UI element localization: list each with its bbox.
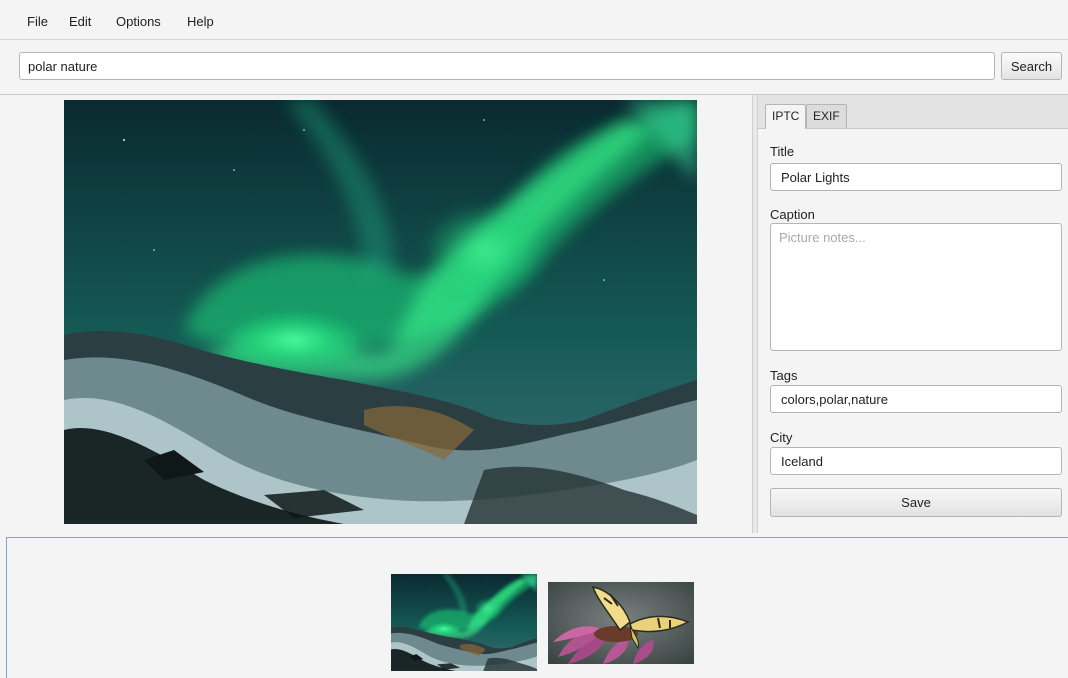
tags-label: Tags xyxy=(770,368,798,383)
aurora-image xyxy=(64,100,697,524)
title-field[interactable] xyxy=(770,163,1062,191)
aurora-thumbnail[interactable] xyxy=(391,574,537,671)
metadata-panel: IPTC EXIF Title Caption Tags City Save xyxy=(758,95,1068,533)
butterfly-thumbnail[interactable] xyxy=(548,582,694,664)
search-bar: Search xyxy=(0,40,1068,95)
search-input[interactable] xyxy=(19,52,995,80)
tab-iptc[interactable]: IPTC xyxy=(765,104,807,129)
tab-exif[interactable]: EXIF xyxy=(806,104,847,128)
menu-edit[interactable]: Edit xyxy=(69,14,91,29)
caption-field[interactable] xyxy=(770,223,1062,351)
save-button[interactable]: Save xyxy=(770,488,1062,517)
image-viewer xyxy=(0,95,752,533)
menu-options[interactable]: Options xyxy=(116,14,161,29)
menu-file[interactable]: File xyxy=(27,14,48,29)
thumbnail-strip xyxy=(6,537,1068,678)
tags-field[interactable] xyxy=(770,385,1062,413)
caption-label: Caption xyxy=(770,207,815,222)
metadata-tab-bar: IPTC EXIF xyxy=(758,95,1068,129)
city-label: City xyxy=(770,430,793,445)
menu-help[interactable]: Help xyxy=(187,14,214,29)
search-button[interactable]: Search xyxy=(1001,52,1062,80)
city-field[interactable] xyxy=(770,447,1062,475)
title-label: Title xyxy=(770,144,795,159)
menu-bar: File Edit Options Help xyxy=(0,0,1068,40)
